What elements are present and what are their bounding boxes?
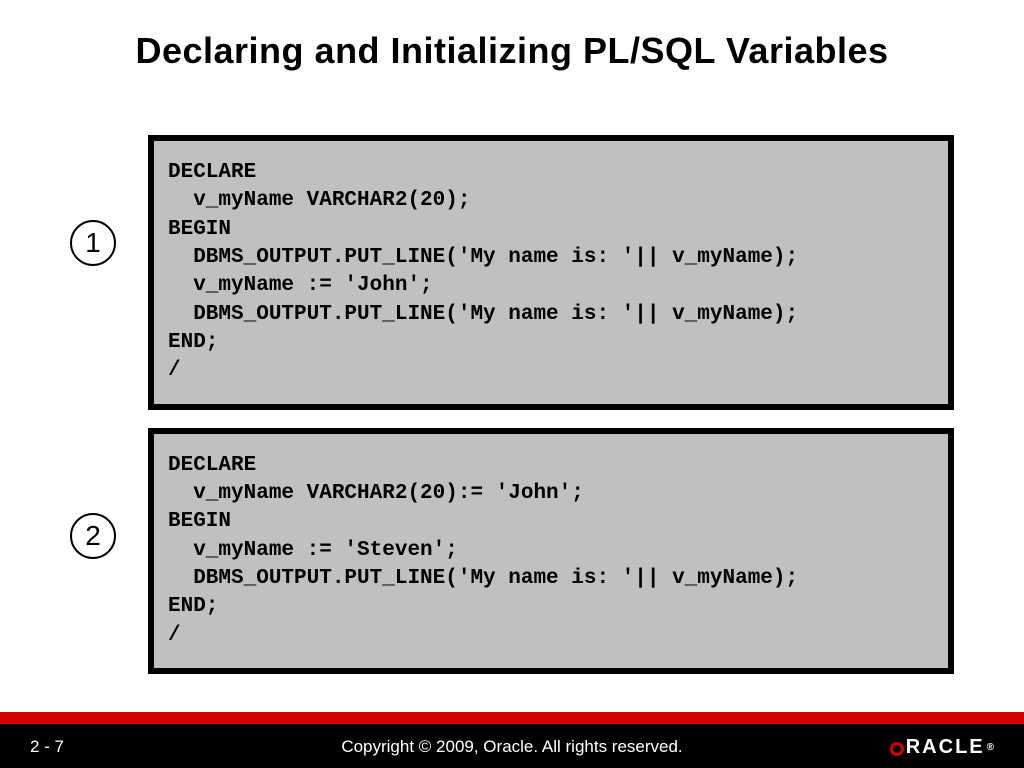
example-2: 2 DECLARE v_myName VARCHAR2(20):= 'John'… xyxy=(70,428,954,674)
content-area: 1 DECLARE v_myName VARCHAR2(20); BEGIN D… xyxy=(70,135,954,692)
code-block-2: DECLARE v_myName VARCHAR2(20):= 'John'; … xyxy=(154,434,948,668)
footer-bar: 2 - 7 Copyright © 2009, Oracle. All righ… xyxy=(0,724,1024,768)
logo-text: RACLE xyxy=(906,736,985,759)
slide-title: Declaring and Initializing PL/SQL Variab… xyxy=(0,30,1024,72)
slide: Declaring and Initializing PL/SQL Variab… xyxy=(0,0,1024,768)
code-wrap-2: DECLARE v_myName VARCHAR2(20):= 'John'; … xyxy=(148,428,954,674)
oracle-logo: RACLE® xyxy=(890,736,996,759)
registered-mark: ® xyxy=(987,742,996,753)
code-block-1: DECLARE v_myName VARCHAR2(20); BEGIN DBM… xyxy=(154,141,948,404)
copyright-text: Copyright © 2009, Oracle. All rights res… xyxy=(0,737,1024,757)
oracle-o-icon xyxy=(890,742,904,756)
footer-accent-bar xyxy=(0,712,1024,724)
code-wrap-1: DECLARE v_myName VARCHAR2(20); BEGIN DBM… xyxy=(148,135,954,410)
badge-1: 1 xyxy=(70,220,116,266)
example-1: 1 DECLARE v_myName VARCHAR2(20); BEGIN D… xyxy=(70,135,954,410)
badge-2: 2 xyxy=(70,513,116,559)
